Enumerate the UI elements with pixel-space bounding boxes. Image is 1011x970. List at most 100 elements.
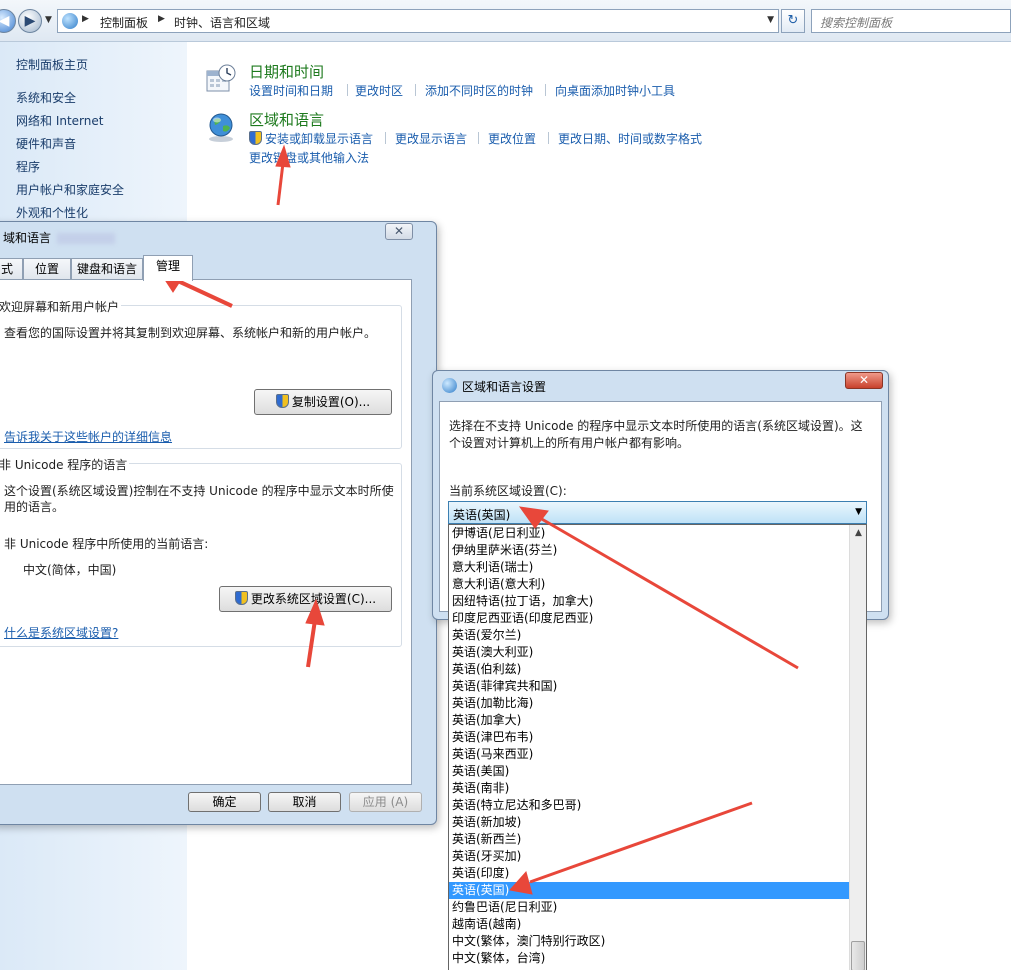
chevron-right-icon[interactable]: ▶ [82,14,89,24]
scroll-up-icon[interactable]: ▲ [850,525,866,542]
change-system-locale-label: 更改系统区域设置(C)... [250,592,377,606]
cancel-button[interactable]: 取消 [268,792,341,812]
locale-option[interactable]: 英语(美国) [449,763,850,780]
sidebar-item-network[interactable]: 网络和 Internet [16,112,103,129]
datetime-category-title[interactable]: 日期和时间 [249,61,324,82]
current-locale-label: 当前系统区域设置(C): [449,484,567,498]
sidebar-item-home[interactable]: 控制面板主页 [16,56,88,73]
sidebar-item-system-security[interactable]: 系统和安全 [16,89,76,106]
locale-option[interactable]: 伊博语(尼日利亚) [449,525,850,542]
breadcrumb-clock-language-region[interactable]: 时钟、语言和区域 [174,14,270,31]
locale-option[interactable]: 越南语(越南) [449,916,850,933]
add-clocks-link[interactable]: 添加不同时区的时钟 [425,82,533,99]
unicode-description-line2: 用的语言。 [4,500,65,514]
copy-settings-label: 复制设置(O)... [291,395,371,409]
copy-settings-button[interactable]: 复制设置(O)... [254,389,392,415]
locale-option[interactable]: 英语(马来西亚) [449,746,850,763]
sidebar-item-user-accounts[interactable]: 用户帐户和家庭安全 [16,181,124,198]
locale-dropdown-list: 伊博语(尼日利亚) 伊纳里萨米语(芬兰) 意大利语(瑞士) 意大利语(意大利) 因纽特语… [448,524,867,970]
locale-option[interactable]: 英语(英国) [449,882,850,899]
add-clock-gadget-link[interactable]: 向桌面添加时钟小工具 [555,82,675,99]
calendar-clock-icon [206,64,236,92]
locale-option[interactable]: 意大利语(瑞士) [449,559,850,576]
region-category-title[interactable]: 区域和语言 [249,109,324,130]
locale-option[interactable]: 英语(牙买加) [449,848,850,865]
locale-option[interactable]: 中文(繁体，澳门特别行政区) [449,933,850,950]
address-bar: ◀ ▶ ▼ ▶ 控制面板 ▶ 时钟、语言和区域 ▼ ↻ 搜索控制面板 [0,0,1011,42]
search-input[interactable]: 搜索控制面板 [811,9,1011,33]
refresh-icon[interactable]: ↻ [781,9,805,33]
locale-option[interactable]: 英语(加勒比海) [449,695,850,712]
selected-locale: 英语(英国) [453,508,511,522]
tab-formats[interactable]: 式 [0,258,23,280]
uac-shield-icon [249,131,262,145]
ok-button[interactable]: 确定 [188,792,261,812]
dialog-title: 区域和语言设置 [462,380,547,394]
scrollbar[interactable]: ▲ [849,525,866,970]
administrative-panel: 欢迎屏幕和新用户帐户 查看您的国际设置并将其复制到欢迎屏幕、系统帐户和新的用户帐… [0,279,412,785]
locale-option[interactable]: 英语(伯利兹) [449,661,850,678]
link-separator [545,84,546,96]
install-display-language-link[interactable]: 安装或卸载显示语言 [249,130,373,147]
blurred-text [57,233,116,244]
locale-option[interactable]: 英语(澳大利亚) [449,644,850,661]
tab-administrative[interactable]: 管理 [143,255,193,281]
group-title: 非 Unicode 程序的语言 [0,456,130,473]
accounts-info-link[interactable]: 告诉我关于这些帐户的详细信息 [4,428,172,445]
change-keyboards-link[interactable]: 更改键盘或其他输入法 [249,149,369,166]
non-unicode-group: 非 Unicode 程序的语言 这个设置(系统区域设置)控制在不支持 Unico… [0,456,402,647]
locale-option[interactable]: 意大利语(意大利) [449,576,850,593]
dialog-title: 域和语言 [3,229,116,246]
change-formats-link[interactable]: 更改日期、时间或数字格式 [558,130,702,147]
region-language-dialog: 域和语言 ✕ 式 位置 键盘和语言 管理 欢迎屏幕和新用户帐户 查看您的国际设置… [0,221,437,825]
locale-option[interactable]: 英语(南非) [449,780,850,797]
close-button[interactable]: ✕ [385,223,413,240]
system-locale-select[interactable]: 英语(英国) ▼ [448,501,867,524]
locale-option[interactable]: 伊纳里萨米语(芬兰) [449,542,850,559]
sidebar-item-hardware-sound[interactable]: 硬件和声音 [16,135,76,152]
current-language-value: 中文(简体，中国) [23,563,117,577]
forward-icon[interactable]: ▶ [18,9,42,33]
sidebar-item-appearance[interactable]: 外观和个性化 [16,204,88,221]
link-separator [548,132,549,144]
change-location-link[interactable]: 更改位置 [488,130,536,147]
close-button[interactable]: ✕ [845,372,883,389]
link-separator [415,84,416,96]
locale-option[interactable]: 英语(新加坡) [449,814,850,831]
unicode-description-line1: 这个设置(系统区域设置)控制在不支持 Unicode 的程序中显示文本时所使 [4,484,394,498]
set-date-time-link[interactable]: 设置时间和日期 [249,82,333,99]
locale-option[interactable]: 英语(菲律宾共和国) [449,678,850,695]
sidebar-item-programs[interactable]: 程序 [16,158,40,175]
tab-keyboards-languages[interactable]: 键盘和语言 [71,258,143,280]
locale-option[interactable]: 中文(繁体，台湾) [449,950,850,967]
change-system-locale-button[interactable]: 更改系统区域设置(C)... [219,586,392,612]
locale-option[interactable]: 英语(特立尼达和多巴哥) [449,797,850,814]
chevron-right-icon[interactable]: ▶ [158,14,165,24]
locale-option[interactable]: 英语(印度) [449,865,850,882]
scroll-thumb[interactable] [851,941,865,970]
back-icon[interactable]: ◀ [0,9,16,33]
change-display-language-link[interactable]: 更改显示语言 [395,130,467,147]
locale-option[interactable]: 印度尼西亚语(印度尼西亚) [449,610,850,627]
locale-option[interactable]: 英语(加拿大) [449,712,850,729]
welcome-screen-group: 欢迎屏幕和新用户帐户 查看您的国际设置并将其复制到欢迎屏幕、系统帐户和新的用户帐… [0,298,402,449]
link-separator [347,84,348,96]
change-timezone-link[interactable]: 更改时区 [355,82,403,99]
locale-option[interactable]: 约鲁巴语(尼日利亚) [449,899,850,916]
apply-button[interactable]: 应用 (A) [349,792,422,812]
locale-description-line1: 选择在不支持 Unicode 的程序中显示文本时所使用的语言(系统区域设置)。这 [449,419,863,433]
locale-option[interactable]: 英语(津巴布韦) [449,729,850,746]
address-field[interactable]: ▶ 控制面板 ▶ 时钟、语言和区域 ▼ [57,9,779,33]
tab-location[interactable]: 位置 [23,258,71,280]
link-separator [385,132,386,144]
locale-option[interactable]: 英语(爱尔兰) [449,627,850,644]
chevron-down-icon[interactable]: ▼ [855,507,862,517]
locale-description-line2: 个设置对计算机上的所有用户帐户都有影响。 [449,436,690,450]
history-dropdown-icon[interactable]: ▼ [45,15,52,25]
address-dropdown-icon[interactable]: ▼ [767,15,774,25]
system-locale-help-link[interactable]: 什么是系统区域设置? [4,624,118,641]
locale-option[interactable]: 英语(新西兰) [449,831,850,848]
breadcrumb-control-panel[interactable]: 控制面板 [100,14,148,31]
locale-option[interactable]: 因纽特语(拉丁语，加拿大) [449,593,850,610]
uac-shield-icon [275,394,289,408]
